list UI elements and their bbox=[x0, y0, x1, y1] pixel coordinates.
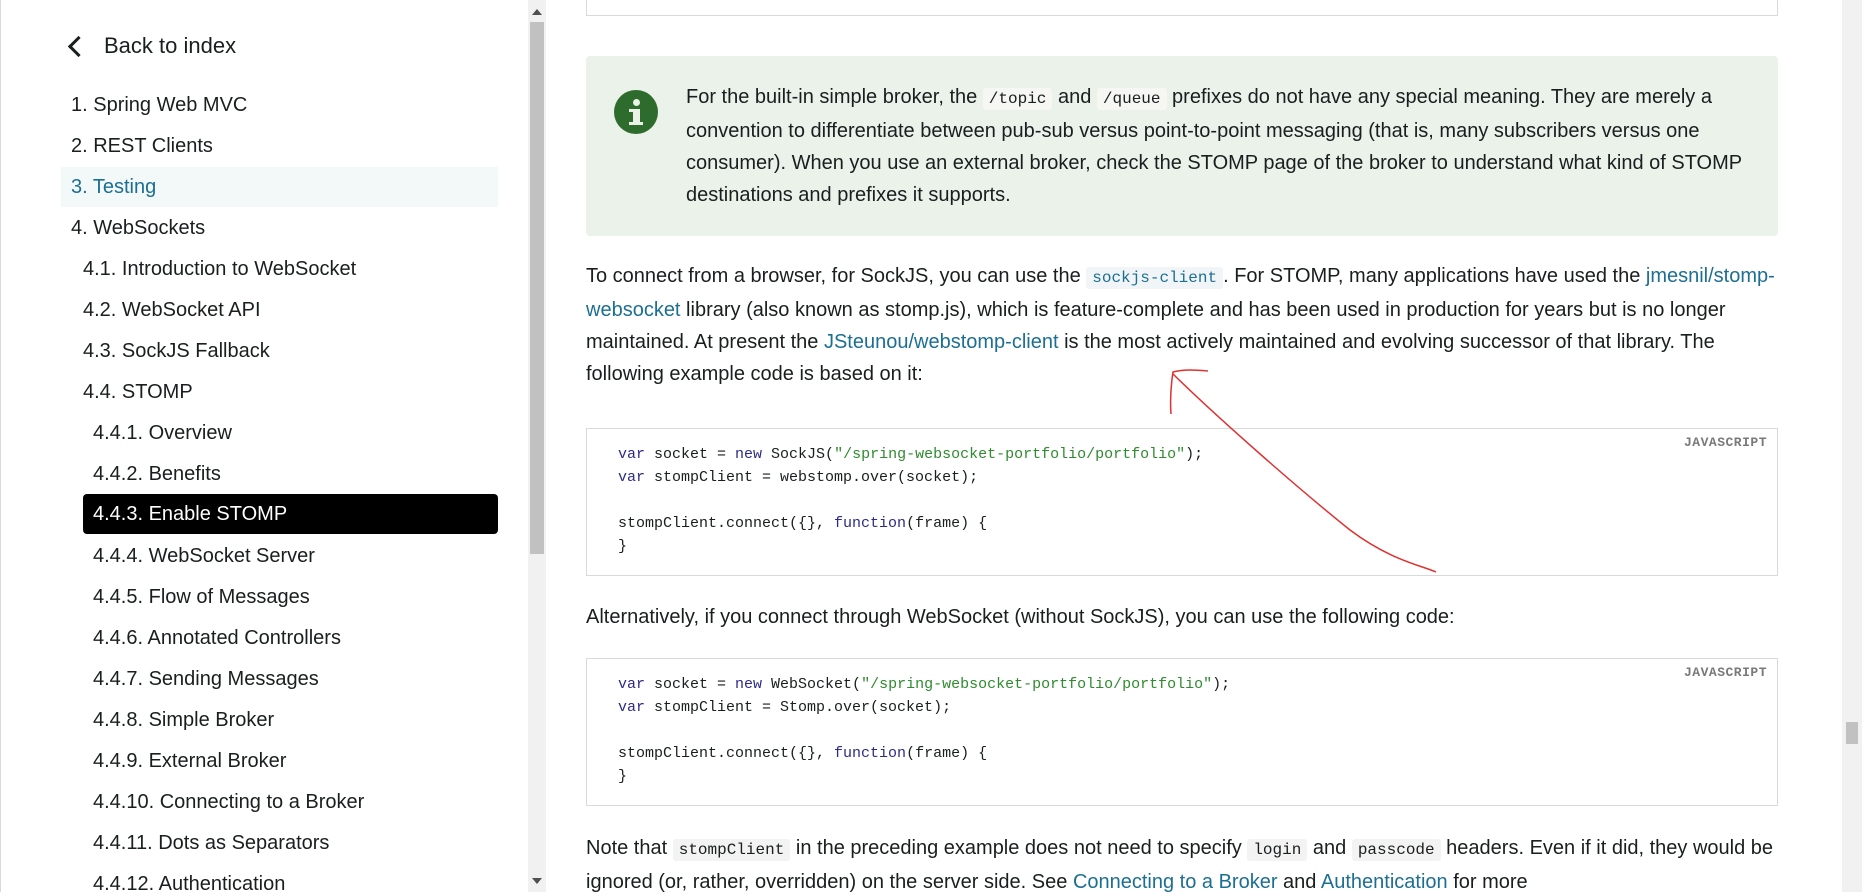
toc-item-introduction-to-websocket[interactable]: 4.1. Introduction to WebSocket bbox=[73, 249, 498, 289]
inline-code-sockjs-client[interactable]: sockjs-client bbox=[1086, 267, 1224, 289]
toc-item-sending-messages[interactable]: 4.4.7. Sending Messages bbox=[83, 659, 498, 699]
chevron-left-icon bbox=[67, 35, 90, 57]
info-icon bbox=[614, 90, 658, 134]
previous-code-block bbox=[586, 0, 1778, 16]
toc-item-spring-web-mvc[interactable]: 1. Spring Web MVC bbox=[61, 85, 498, 125]
toc-item-authentication[interactable]: 4.4.12. Authentication bbox=[83, 864, 498, 892]
link-webstomp-client[interactable]: JSteunou/webstomp-client bbox=[824, 331, 1059, 353]
back-to-index-link[interactable]: Back to index bbox=[67, 30, 236, 62]
inline-code-login: login bbox=[1247, 839, 1308, 861]
link-connecting-to-a-broker[interactable]: Connecting to a Broker bbox=[1073, 871, 1278, 892]
toc-item-flow-of-messages[interactable]: 4.4.5. Flow of Messages bbox=[83, 577, 498, 617]
toc-item-connecting-to-a-broker[interactable]: 4.4.10. Connecting to a Broker bbox=[83, 782, 498, 822]
code-language-label: JAVASCRIPT bbox=[1683, 665, 1767, 680]
paragraph-alternatively: Alternatively, if you connect through We… bbox=[586, 606, 1455, 628]
toc-item-websockets[interactable]: 4. WebSockets bbox=[61, 208, 498, 248]
paragraph-connect-browser: To connect from a browser, for SockJS, y… bbox=[586, 265, 1775, 385]
paragraph-note-stompclient: Note that stompClient in the preceding e… bbox=[586, 837, 1774, 892]
code-sockjs-content: var socket = new SockJS("/spring-websock… bbox=[618, 446, 1204, 555]
toc-item-testing[interactable]: 3. Testing bbox=[61, 167, 498, 207]
inline-code-stompclient: stompClient bbox=[672, 839, 791, 861]
link-authentication[interactable]: Authentication bbox=[1321, 871, 1448, 892]
code-websocket-content: var socket = new WebSocket("/spring-webs… bbox=[618, 676, 1231, 785]
toc-item-annotated-controllers[interactable]: 4.4.6. Annotated Controllers bbox=[83, 618, 498, 658]
toc-item-simple-broker[interactable]: 4.4.8. Simple Broker bbox=[83, 700, 498, 740]
sidebar-scroll-down-icon[interactable] bbox=[532, 878, 542, 884]
toc-item-websocket-server[interactable]: 4.4.4. WebSocket Server bbox=[83, 536, 498, 576]
back-to-index-label: Back to index bbox=[104, 33, 237, 58]
toc-item-rest-clients[interactable]: 2. REST Clients bbox=[61, 126, 498, 166]
sidebar-toc: Back to index 1. Spring Web MVC 2. REST … bbox=[0, 0, 530, 892]
toc-item-websocket-api[interactable]: 4.2. WebSocket API bbox=[73, 290, 498, 330]
note-text: For the built-in simple broker, the /top… bbox=[686, 86, 1742, 206]
toc-item-sockjs-fallback[interactable]: 4.3. SockJS Fallback bbox=[73, 331, 498, 371]
sidebar-scroll-up-icon[interactable] bbox=[532, 9, 542, 15]
code-block-sockjs: JAVASCRIPT var socket = new SockJS("/spr… bbox=[586, 428, 1778, 576]
toc-item-dots-as-separators[interactable]: 4.4.11. Dots as Separators bbox=[83, 823, 498, 863]
toc-item-benefits[interactable]: 4.4.2. Benefits bbox=[83, 454, 498, 494]
inline-code-passcode: passcode bbox=[1351, 839, 1441, 861]
inline-code-topic: /topic bbox=[982, 88, 1053, 110]
toc-item-external-broker[interactable]: 4.4.9. External Broker bbox=[83, 741, 498, 781]
page-scrollbar-track[interactable] bbox=[1842, 0, 1862, 892]
note-admonition: For the built-in simple broker, the /top… bbox=[586, 56, 1778, 236]
sidebar-scrollbar-thumb[interactable] bbox=[530, 22, 544, 554]
inline-code-queue: /queue bbox=[1096, 88, 1167, 110]
code-block-websocket: JAVASCRIPT var socket = new WebSocket("/… bbox=[586, 658, 1778, 806]
toc-item-enable-stomp[interactable]: 4.4.3. Enable STOMP bbox=[83, 494, 498, 534]
toc-item-overview[interactable]: 4.4.1. Overview bbox=[83, 413, 498, 453]
toc-item-stomp[interactable]: 4.4. STOMP bbox=[73, 372, 498, 412]
code-language-label: JAVASCRIPT bbox=[1683, 435, 1767, 450]
main-content: For the built-in simple broker, the /top… bbox=[546, 0, 1842, 892]
page-scrollbar-thumb[interactable] bbox=[1846, 722, 1858, 744]
